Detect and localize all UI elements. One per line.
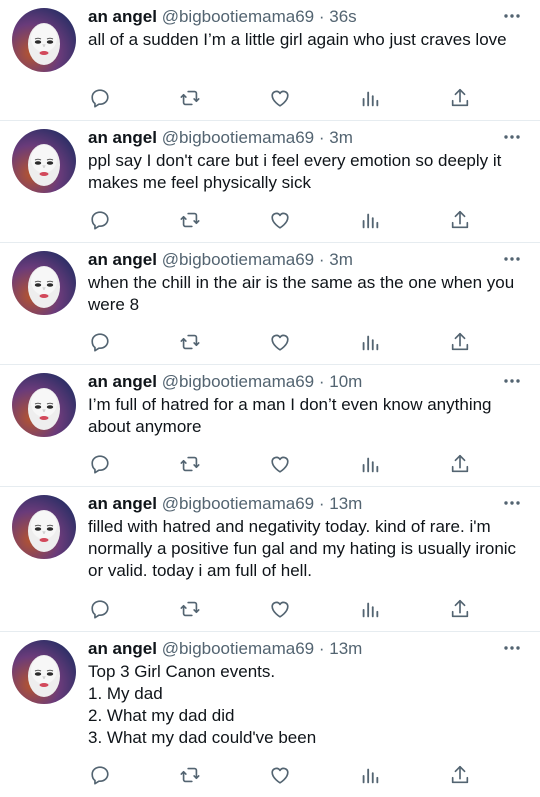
tweet-header: an angel @bigbootiemama69 · 3m	[88, 127, 500, 149]
analytics-icon[interactable]	[358, 763, 382, 787]
analytics-icon[interactable]	[358, 597, 382, 621]
retweet-icon[interactable]	[178, 452, 202, 476]
more-icon[interactable]	[502, 127, 522, 147]
timestamp[interactable]: 13m	[329, 494, 362, 513]
action-bar	[88, 208, 472, 232]
avatar[interactable]	[12, 251, 76, 315]
tweet[interactable]: an angel @bigbootiemama69 · 36s all of a…	[0, 0, 540, 121]
tweet-feed: an angel @bigbootiemama69 · 36s all of a…	[0, 0, 540, 797]
tweet-text: all of a sudden I’m a little girl again …	[88, 30, 507, 49]
timestamp[interactable]: 10m	[329, 372, 362, 391]
reply-icon[interactable]	[88, 330, 112, 354]
like-icon[interactable]	[268, 452, 292, 476]
separator-dot: ·	[318, 639, 325, 658]
reply-icon[interactable]	[88, 452, 112, 476]
tweet-text: filled with hatred and negativity today.…	[88, 517, 517, 580]
display-name[interactable]: an angel	[88, 128, 157, 147]
display-name[interactable]: an angel	[88, 250, 157, 269]
tweet[interactable]: an angel @bigbootiemama69 · 13m filled w…	[0, 487, 540, 632]
separator-dot: ·	[318, 128, 325, 147]
share-icon[interactable]	[448, 208, 472, 232]
tweet-text: Top 3 Girl Canon events. 1. My dad 2. Wh…	[88, 662, 317, 747]
tweet[interactable]: an angel @bigbootiemama69 · 3m ppl say I…	[0, 121, 540, 243]
avatar[interactable]	[12, 373, 76, 437]
tweet[interactable]: an angel @bigbootiemama69 · 10m I’m full…	[0, 365, 540, 487]
more-icon[interactable]	[502, 638, 522, 658]
analytics-icon[interactable]	[358, 452, 382, 476]
retweet-icon[interactable]	[178, 330, 202, 354]
analytics-icon[interactable]	[358, 330, 382, 354]
tweet-header: an angel @bigbootiemama69 · 10m	[88, 371, 500, 393]
tweet-header: an angel @bigbootiemama69 · 13m	[88, 638, 500, 660]
display-name[interactable]: an angel	[88, 639, 157, 658]
reply-icon[interactable]	[88, 597, 112, 621]
share-icon[interactable]	[448, 86, 472, 110]
more-icon[interactable]	[502, 249, 522, 269]
separator-dot: ·	[318, 250, 325, 269]
user-handle[interactable]: @bigbootiemama69	[162, 7, 314, 26]
timestamp[interactable]: 3m	[329, 250, 353, 269]
like-icon[interactable]	[268, 208, 292, 232]
user-handle[interactable]: @bigbootiemama69	[162, 250, 314, 269]
reply-icon[interactable]	[88, 208, 112, 232]
retweet-icon[interactable]	[178, 208, 202, 232]
analytics-icon[interactable]	[358, 208, 382, 232]
display-name[interactable]: an angel	[88, 372, 157, 391]
share-icon[interactable]	[448, 330, 472, 354]
display-name[interactable]: an angel	[88, 7, 157, 26]
action-bar	[88, 452, 472, 476]
timestamp[interactable]: 36s	[329, 7, 356, 26]
like-icon[interactable]	[268, 86, 292, 110]
share-icon[interactable]	[448, 452, 472, 476]
share-icon[interactable]	[448, 597, 472, 621]
reply-icon[interactable]	[88, 86, 112, 110]
like-icon[interactable]	[268, 763, 292, 787]
retweet-icon[interactable]	[178, 86, 202, 110]
tweet-header: an angel @bigbootiemama69 · 13m	[88, 493, 500, 515]
user-handle[interactable]: @bigbootiemama69	[162, 494, 314, 513]
action-bar	[88, 597, 472, 621]
tweet[interactable]: an angel @bigbootiemama69 · 3m when the …	[0, 243, 540, 365]
tweet-header: an angel @bigbootiemama69 · 36s	[88, 6, 500, 28]
tweet-header: an angel @bigbootiemama69 · 3m	[88, 249, 500, 271]
tweet[interactable]: an angel @bigbootiemama69 · 13m Top 3 Gi…	[0, 632, 540, 797]
timestamp[interactable]: 13m	[329, 639, 362, 658]
separator-dot: ·	[318, 494, 325, 513]
more-icon[interactable]	[502, 371, 522, 391]
share-icon[interactable]	[448, 763, 472, 787]
separator-dot: ·	[318, 7, 325, 26]
like-icon[interactable]	[268, 597, 292, 621]
action-bar	[88, 763, 472, 787]
avatar[interactable]	[12, 8, 76, 72]
avatar[interactable]	[12, 640, 76, 704]
separator-dot: ·	[318, 372, 325, 391]
avatar[interactable]	[12, 129, 76, 193]
user-handle[interactable]: @bigbootiemama69	[162, 639, 314, 658]
tweet-text: I’m full of hatred for a man I don’t eve…	[88, 395, 492, 436]
display-name[interactable]: an angel	[88, 494, 157, 513]
more-icon[interactable]	[502, 493, 522, 513]
more-icon[interactable]	[502, 6, 522, 26]
avatar[interactable]	[12, 495, 76, 559]
tweet-text: ppl say I don't care but i feel every em…	[88, 151, 502, 192]
action-bar	[88, 330, 472, 354]
timestamp[interactable]: 3m	[329, 128, 353, 147]
action-bar	[88, 86, 472, 110]
user-handle[interactable]: @bigbootiemama69	[162, 372, 314, 391]
retweet-icon[interactable]	[178, 597, 202, 621]
analytics-icon[interactable]	[358, 86, 382, 110]
user-handle[interactable]: @bigbootiemama69	[162, 128, 314, 147]
tweet-text: when the chill in the air is the same as…	[88, 273, 515, 314]
like-icon[interactable]	[268, 330, 292, 354]
reply-icon[interactable]	[88, 763, 112, 787]
retweet-icon[interactable]	[178, 763, 202, 787]
